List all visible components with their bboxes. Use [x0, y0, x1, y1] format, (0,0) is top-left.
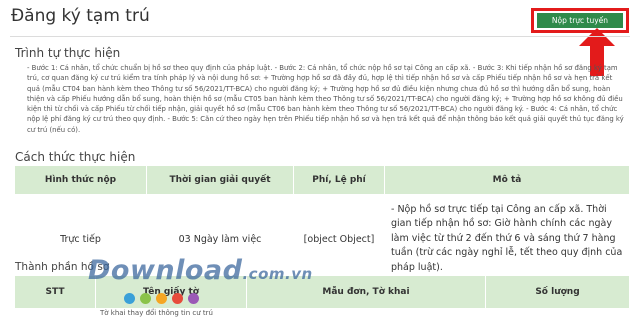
- watermark-dot: [156, 293, 167, 304]
- methods-header-row: Hình thức nộp Thời gian giải quyết Phí, …: [15, 166, 630, 194]
- submit-online-button[interactable]: Nộp trực tuyến: [537, 13, 623, 28]
- page-title: Đăng ký tạm trú: [11, 6, 150, 26]
- watermark-logo: Download.com.vn: [88, 255, 313, 286]
- watermark-dot: [140, 293, 151, 304]
- watermark-dot: [124, 293, 135, 304]
- header-divider: [10, 36, 630, 37]
- watermark-dot: [172, 293, 183, 304]
- col-header-time: Thời gian giải quyết: [146, 166, 294, 194]
- documents-row-partial: Tờ khai thay đổi thông tin cư trú: [100, 309, 213, 317]
- col-header-stt: STT: [15, 276, 96, 308]
- watermark-dot: [188, 293, 199, 304]
- methods-title: Cách thức thực hiện: [15, 150, 136, 164]
- col-header-form: Hình thức nộp: [15, 166, 147, 194]
- procedure-steps: - Bước 1: Cá nhân, tổ chức chuẩn bị hồ s…: [27, 64, 624, 134]
- col-header-description: Mô tả: [384, 166, 630, 194]
- watermark-dots: [124, 289, 204, 304]
- col-header-fee: Phí, Lệ phí: [293, 166, 385, 194]
- cell-description: - Nộp hồ sơ trực tiếp tại Công an cấp xã…: [384, 194, 630, 284]
- watermark-text: Download: [88, 255, 243, 286]
- procedure-title: Trình tự thực hiện: [15, 46, 121, 60]
- col-header-quantity: Số lượng: [485, 276, 630, 308]
- watermark-suffix: .com.vn: [242, 265, 313, 283]
